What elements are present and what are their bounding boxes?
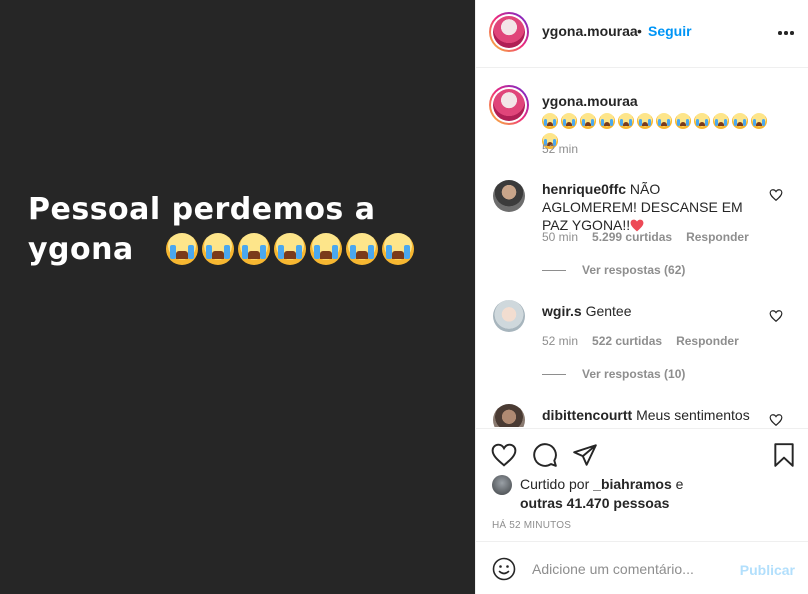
commenter-avatar[interactable]: [493, 180, 525, 212]
story-line-1: Pessoal perdemos a: [28, 192, 376, 227]
comment-input[interactable]: [532, 554, 732, 584]
crying-emoji-icon: [273, 233, 306, 265]
crying-emoji-icon: [599, 113, 615, 129]
reply-button[interactable]: Responder: [686, 230, 749, 244]
story-line-2: ygona: [28, 230, 458, 270]
replies-divider: [542, 270, 566, 272]
crying-emoji-icon: [618, 113, 634, 129]
reply-button[interactable]: Responder: [676, 334, 739, 348]
comment-body: Gentee: [585, 303, 632, 319]
crying-emoji-icon: [713, 113, 729, 129]
crying-emoji-icon: [561, 113, 577, 129]
comment-text: henrique0ffc NÃO AGLOMEREM! DESCANSE EM …: [542, 180, 757, 234]
crying-emoji-icon: [694, 113, 710, 129]
liker-username[interactable]: _biahramos: [593, 476, 672, 492]
crying-emoji-icon: [580, 113, 596, 129]
share-direct-icon[interactable]: [572, 442, 598, 468]
comment-username[interactable]: henrique0ffc: [542, 181, 626, 197]
crying-emoji-icon: [165, 233, 198, 265]
comment-text: dibittencourtt Meus sentimentos: [542, 406, 757, 424]
likes-others-link[interactable]: outras 41.470 pessoas: [520, 495, 669, 511]
crying-emoji-icon: [542, 113, 558, 129]
replies-divider: [542, 374, 566, 376]
view-replies-button[interactable]: Ver respostas (10): [542, 367, 685, 381]
separator-dot: •: [637, 23, 642, 39]
comment-time[interactable]: 50 min: [542, 230, 578, 244]
crying-emoji-icon: [732, 113, 748, 129]
comment-bubble-icon[interactable]: [532, 442, 558, 468]
author-avatar[interactable]: [489, 12, 529, 52]
post-header: ygona.mouraa • Seguir: [476, 0, 808, 68]
crying-emoji-icon: [345, 233, 378, 265]
author-username[interactable]: ygona.mouraa: [542, 23, 638, 39]
comment-username[interactable]: dibittencourtt: [542, 407, 632, 423]
more-options-icon[interactable]: [777, 24, 795, 42]
crying-emoji-icon: [237, 233, 270, 265]
comment-body: Meus sentimentos: [636, 407, 750, 423]
caption-time[interactable]: 52 min: [542, 142, 578, 156]
crying-emoji-icon: [201, 233, 234, 265]
post-actions: Curtido por _biahramos e outras 41.470 p…: [476, 428, 808, 540]
likes-summary: Curtido por _biahramos e outras 41.470 p…: [492, 475, 683, 513]
view-replies-label: Ver respostas (10): [582, 367, 686, 381]
comment-text: wgir.s Gentee: [542, 302, 757, 320]
post-media[interactable]: Pessoal perdemos a ygona: [0, 0, 475, 594]
caption-avatar[interactable]: [489, 85, 529, 125]
publish-button[interactable]: Publicar: [740, 562, 795, 578]
view-replies-label: Ver respostas (62): [582, 263, 686, 277]
comment-meta: 50 min 5.299 curtidas Responder: [542, 230, 749, 244]
like-comment-heart-icon[interactable]: [769, 413, 783, 427]
comments-list[interactable]: ygona.mouraa 52 min henrique0ffc NÃO AGL…: [476, 69, 808, 427]
crying-emoji-icon: [381, 233, 414, 265]
story-text: Pessoal perdemos a ygona: [28, 190, 458, 270]
like-comment-heart-icon[interactable]: [769, 188, 783, 202]
crying-emoji-icon: [675, 113, 691, 129]
comment-likes[interactable]: 522 curtidas: [592, 334, 662, 348]
like-heart-icon[interactable]: [491, 442, 517, 468]
comment-username[interactable]: wgir.s: [542, 303, 582, 319]
follow-button[interactable]: Seguir: [648, 23, 692, 39]
crying-emoji-icon: [751, 113, 767, 129]
commenter-avatar[interactable]: [493, 300, 525, 332]
crying-emoji-icon: [637, 113, 653, 129]
crying-emoji-icon: [309, 233, 342, 265]
add-comment-form: Publicar: [476, 541, 808, 594]
comment-likes[interactable]: 5.299 curtidas: [592, 230, 672, 244]
emoji-smiley-icon[interactable]: [492, 557, 516, 581]
post-timestamp[interactable]: HÁ 52 MINUTOS: [492, 520, 571, 531]
likes-prefix: Curtido por: [520, 476, 590, 492]
crying-emoji-icon: [656, 113, 672, 129]
comment-meta: 52 min 522 curtidas Responder: [542, 334, 739, 348]
likes-text: Curtido por _biahramos e outras 41.470 p…: [520, 475, 683, 513]
commenter-avatar[interactable]: [493, 404, 525, 427]
liker-avatar[interactable]: [492, 475, 512, 495]
view-replies-button[interactable]: Ver respostas (62): [542, 263, 685, 277]
save-bookmark-icon[interactable]: [771, 442, 797, 468]
caption-username[interactable]: ygona.mouraa: [542, 93, 638, 109]
story-line-2-text: ygona: [28, 232, 134, 267]
comment-time[interactable]: 52 min: [542, 334, 578, 348]
post-side-panel: ygona.mouraa • Seguir ygona.mouraa 52 mi…: [475, 0, 808, 594]
like-comment-heart-icon[interactable]: [769, 309, 783, 323]
likes-connector: e: [675, 476, 684, 492]
